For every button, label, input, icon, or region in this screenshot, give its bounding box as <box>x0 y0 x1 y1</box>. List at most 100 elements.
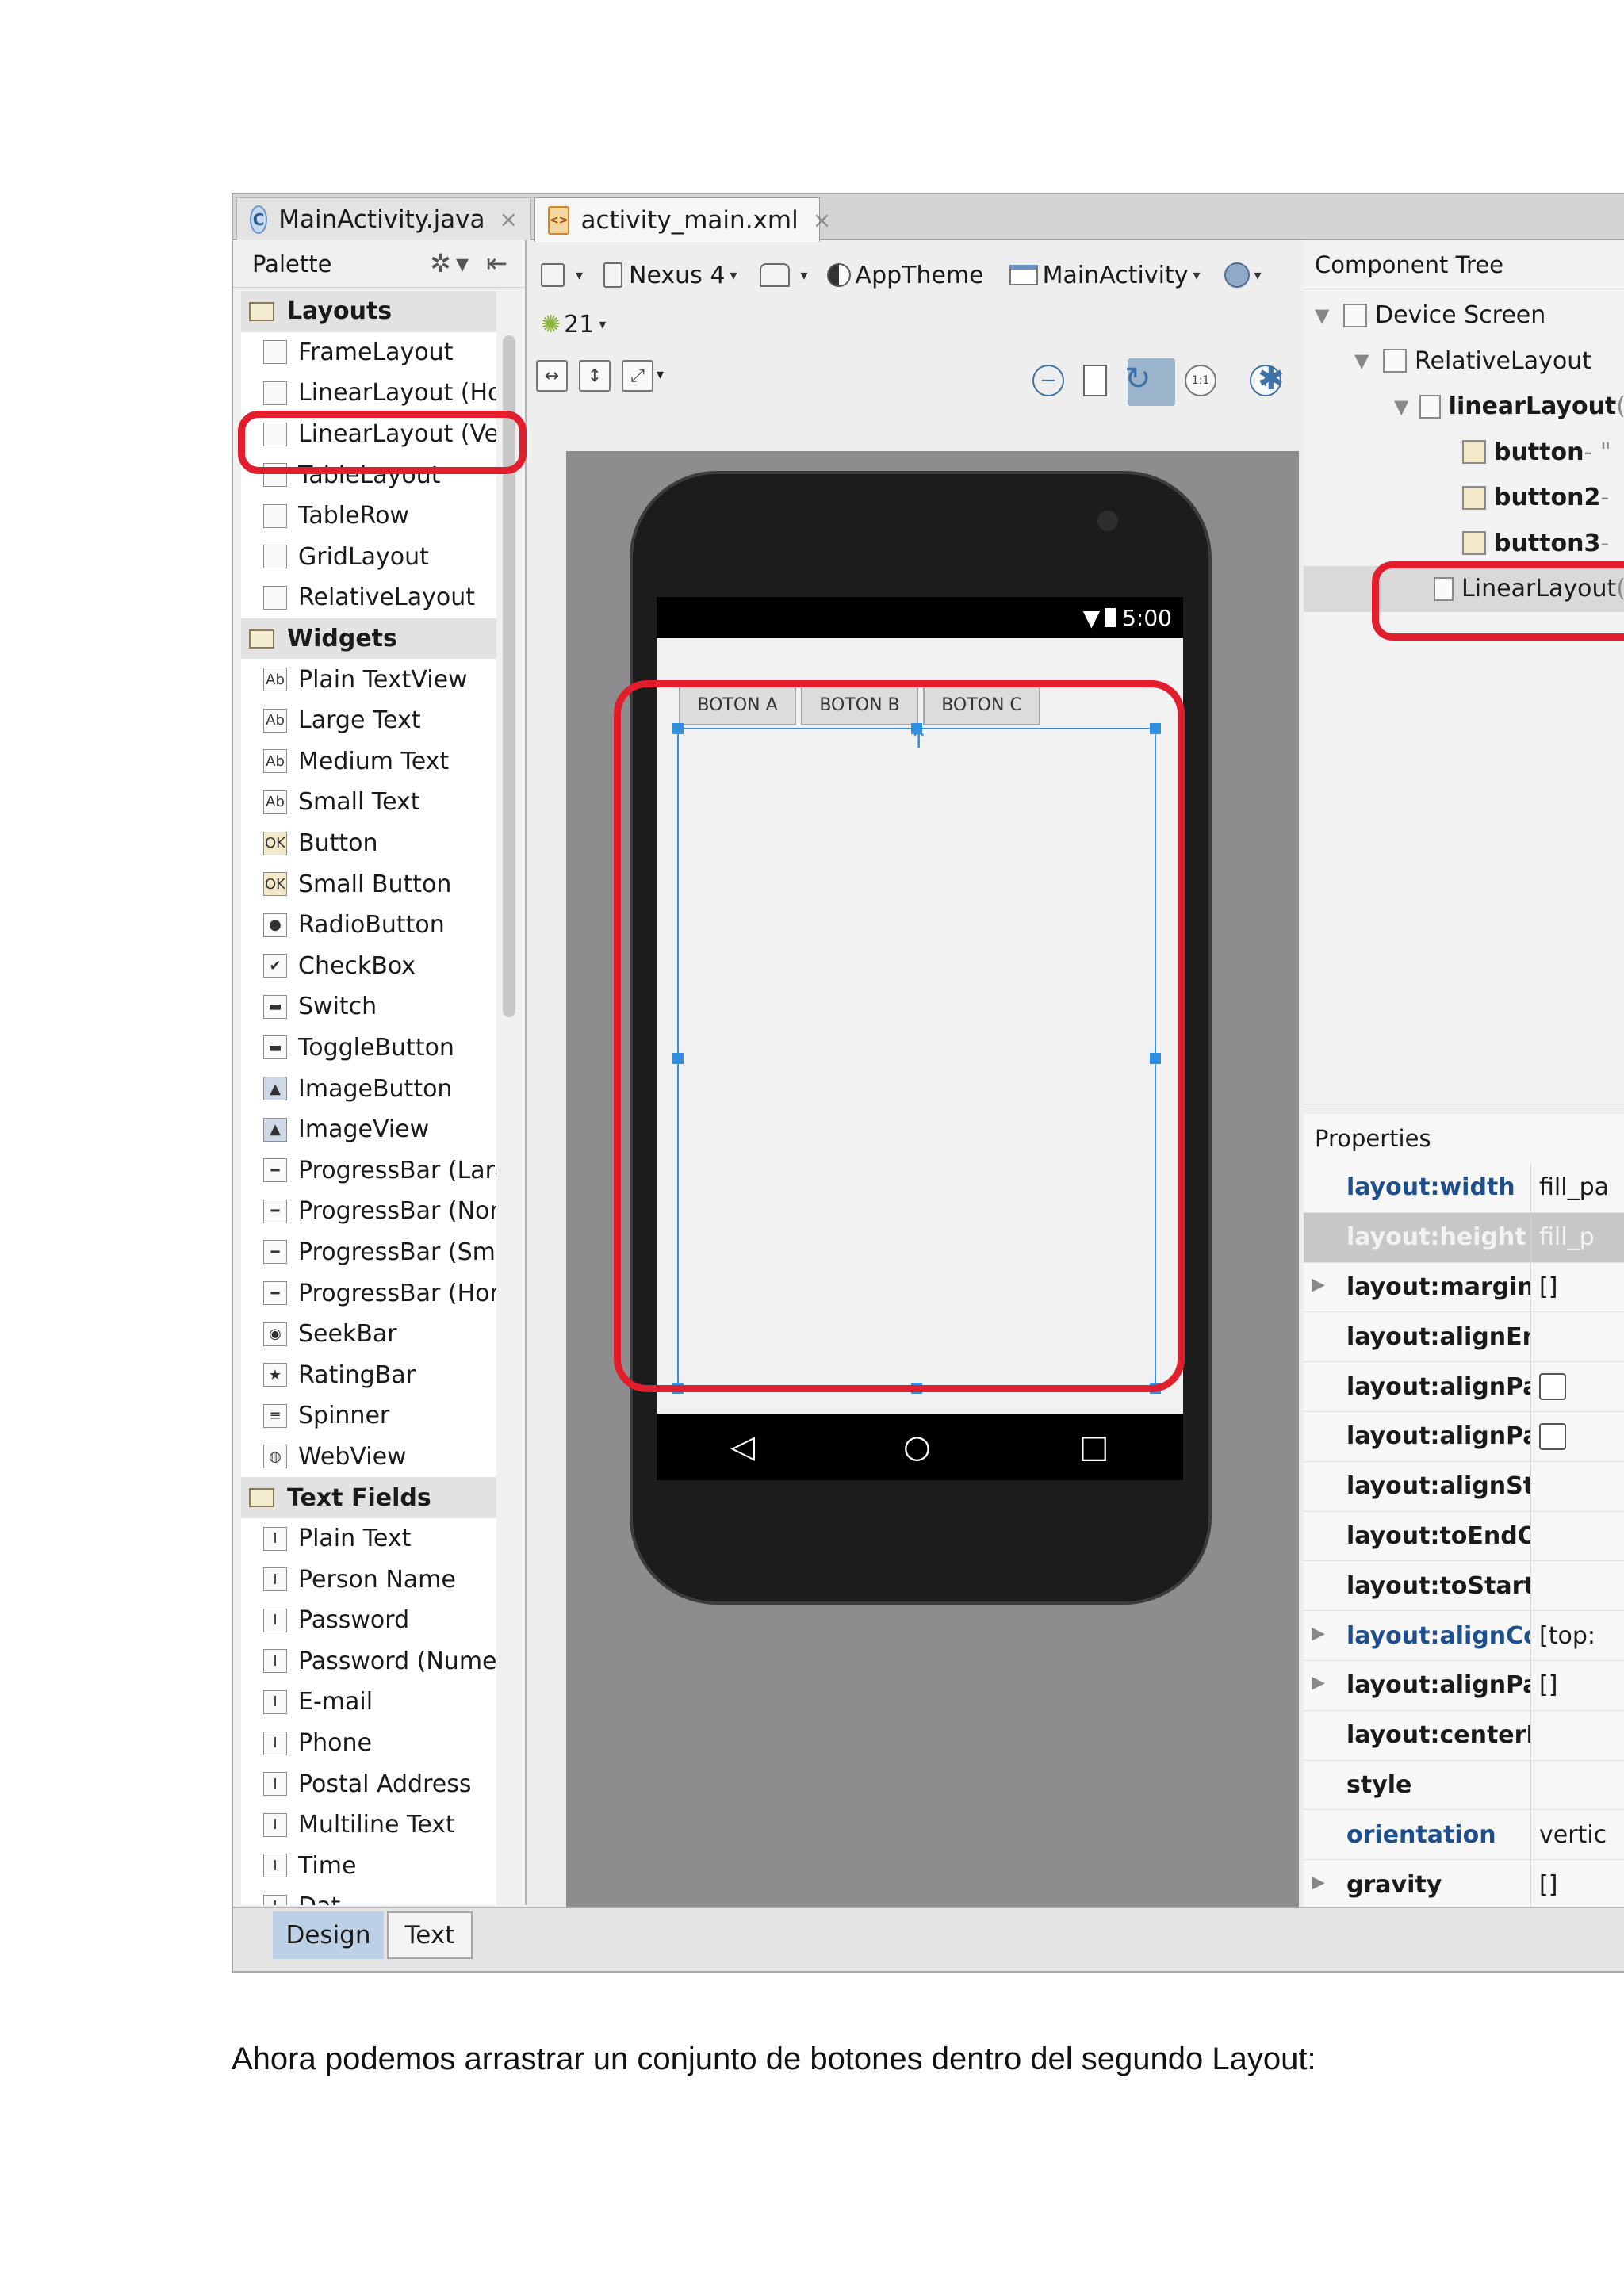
document-icon[interactable] <box>1083 365 1107 396</box>
expand-icon[interactable]: ⤢ <box>622 360 653 392</box>
property-row[interactable]: layout:alignParentS <box>1304 1411 1624 1462</box>
design-surface-dropdown[interactable]: ▾ <box>541 263 583 287</box>
tab-mainactivity-java[interactable]: C MainActivity.java × <box>236 197 531 240</box>
expand-icon[interactable]: ▶ <box>1312 1673 1325 1693</box>
property-value[interactable] <box>1530 1760 1624 1810</box>
tab-activity-main-xml[interactable]: <> activity_main.xml × <box>534 197 831 242</box>
expand-icon[interactable]: ▶ <box>1312 1275 1325 1295</box>
property-value[interactable] <box>1530 1461 1624 1511</box>
palette-category[interactable]: Layouts <box>241 291 496 332</box>
property-checkbox[interactable] <box>1539 1422 1566 1450</box>
theme-dropdown[interactable]: AppTheme <box>826 262 984 289</box>
palette-item[interactable]: I Person Name <box>241 1559 496 1600</box>
palette-item[interactable]: Ab Plain TextView <box>241 659 496 700</box>
property-row[interactable]: ▶ layout:margin[] <box>1304 1262 1624 1313</box>
property-row[interactable]: layout:toStartOf <box>1304 1561 1624 1612</box>
palette-item[interactable]: ▲ ImageView <box>241 1108 496 1150</box>
palette-item[interactable]: ━ ProgressBar (Horiz <box>241 1272 496 1314</box>
palette-category[interactable]: Widgets <box>241 618 496 660</box>
orientation-dropdown[interactable]: ▾ <box>759 263 808 287</box>
palette-item[interactable]: ▲ ImageButton <box>241 1068 496 1109</box>
property-row[interactable]: ▶ layout:alignParent[] <box>1304 1660 1624 1711</box>
property-value[interactable] <box>1530 1411 1624 1461</box>
palette-item[interactable]: ━ ProgressBar (Smal <box>241 1231 496 1273</box>
tree-node[interactable]: button3 - <box>1304 521 1624 567</box>
property-value[interactable] <box>1530 1312 1624 1362</box>
property-value[interactable]: fill_p <box>1530 1212 1624 1262</box>
property-value[interactable] <box>1530 1362 1624 1411</box>
fill-height-icon[interactable]: ↕ <box>579 360 611 392</box>
palette-item[interactable]: ✔ CheckBox <box>241 945 496 987</box>
tree-node[interactable]: ▼ Device Screen <box>1304 293 1624 339</box>
property-row[interactable]: orientation vertic <box>1304 1810 1624 1861</box>
palette-item[interactable]: ━ ProgressBar (Norm <box>241 1191 496 1232</box>
fill-width-icon[interactable]: ↔ <box>536 360 568 392</box>
palette-item[interactable]: OK Small Button <box>241 863 496 905</box>
expand-icon[interactable]: ▶ <box>1312 1624 1325 1644</box>
palette-item[interactable]: Ab Large Text <box>241 699 496 741</box>
property-value[interactable]: [] <box>1530 1262 1624 1312</box>
palette-item[interactable]: ≡ Spinner <box>241 1395 496 1437</box>
palette-item[interactable]: ◍ WebView <box>241 1436 496 1478</box>
property-value[interactable] <box>1530 1710 1624 1760</box>
property-value[interactable]: fill_pa <box>1530 1163 1624 1212</box>
tree-node[interactable]: button - " <box>1304 430 1624 476</box>
property-row[interactable]: layout:centerInPar <box>1304 1710 1624 1761</box>
property-row[interactable]: layout:alignEnd <box>1304 1312 1624 1363</box>
palette-item[interactable]: I E-mail <box>241 1682 496 1723</box>
property-value[interactable]: [] <box>1530 1660 1624 1710</box>
device-dropdown[interactable]: Nexus 4 ▾ <box>603 262 737 289</box>
palette-item[interactable]: ★ RatingBar <box>241 1354 496 1396</box>
expand-toggle-icon[interactable]: ▼ <box>1354 350 1383 372</box>
property-row[interactable]: ▶ layout:alignCompo[top: <box>1304 1611 1624 1661</box>
api-level-dropdown[interactable]: ✺ 21 ▾ <box>541 311 606 339</box>
palette-item[interactable]: I Phone <box>241 1722 496 1764</box>
property-value[interactable]: [] <box>1530 1860 1624 1909</box>
tree-node[interactable]: button2 - <box>1304 475 1624 521</box>
expand-toggle-icon[interactable]: ▼ <box>1394 396 1419 418</box>
palette-item[interactable]: I Password (Numeri <box>241 1640 496 1682</box>
property-value[interactable]: [top: <box>1530 1611 1624 1660</box>
palette-item[interactable]: I Postal Address <box>241 1763 496 1804</box>
palette-item[interactable]: ● RadioButton <box>241 904 496 946</box>
activity-dropdown[interactable]: MainActivity ▾ <box>1009 262 1201 289</box>
palette-item[interactable]: I Dat <box>241 1886 496 1905</box>
property-row[interactable]: layout:toEndOf <box>1304 1511 1624 1562</box>
palette-item[interactable]: ▬ Switch <box>241 986 496 1027</box>
actual-size-icon[interactable]: 1:1 <box>1185 365 1216 396</box>
palette-item[interactable]: I Time <box>241 1845 496 1887</box>
property-row[interactable]: layout:height fill_p <box>1304 1212 1624 1263</box>
chevron-down-icon[interactable]: ▾ <box>657 366 664 383</box>
palette-item[interactable]: OK Button <box>241 822 496 864</box>
close-icon[interactable]: × <box>500 206 518 232</box>
palette-item[interactable]: GridLayout <box>241 536 496 578</box>
property-row[interactable]: layout:alignStart <box>1304 1461 1624 1512</box>
property-value[interactable]: vertic <box>1530 1810 1624 1860</box>
palette-item[interactable]: I Plain Text <box>241 1517 496 1559</box>
palette-item[interactable]: LinearLayout (Hor <box>241 373 496 414</box>
property-checkbox[interactable] <box>1539 1373 1566 1401</box>
tab-design[interactable]: Design <box>273 1911 384 1959</box>
gear-icon[interactable]: ✱ <box>1258 361 1285 397</box>
close-icon[interactable]: × <box>813 207 831 233</box>
palette-item[interactable]: TableRow <box>241 495 496 537</box>
property-row[interactable]: style <box>1304 1760 1624 1811</box>
palette-item[interactable]: FrameLayout <box>241 331 496 373</box>
palette-item[interactable]: Ab Small Text <box>241 782 496 823</box>
palette-item[interactable]: ◉ SeekBar <box>241 1313 496 1355</box>
refresh-icon[interactable]: ↻ <box>1124 361 1151 397</box>
property-row[interactable]: layout:width fill_pa <box>1304 1163 1624 1213</box>
palette-item[interactable]: RelativeLayout <box>241 577 496 618</box>
tree-node[interactable]: ▼ RelativeLayout <box>1304 339 1624 385</box>
property-value[interactable] <box>1530 1561 1624 1611</box>
expand-icon[interactable]: ▶ <box>1312 1873 1325 1892</box>
palette-item[interactable]: I Password <box>241 1600 496 1641</box>
locale-dropdown[interactable]: ▾ <box>1224 262 1262 288</box>
palette-item[interactable]: I Multiline Text <box>241 1804 496 1846</box>
palette-item[interactable]: Ab Medium Text <box>241 740 496 783</box>
expand-toggle-icon[interactable]: ▼ <box>1315 304 1343 327</box>
palette-item[interactable]: ▬ ToggleButton <box>241 1027 496 1069</box>
palette-item[interactable]: ━ ProgressBar (Large <box>241 1150 496 1192</box>
property-row[interactable]: ▶ gravity [] <box>1304 1860 1624 1910</box>
tree-node[interactable]: ▼ linearLayout ( <box>1304 384 1624 430</box>
